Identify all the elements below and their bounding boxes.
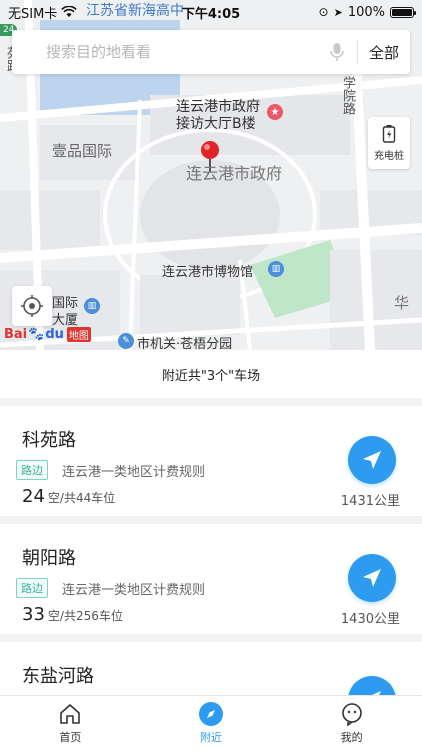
summary-count: 3个 — [206, 368, 229, 384]
search-bar: 全部 — [12, 30, 410, 74]
lot-free-count: 33 — [22, 604, 45, 625]
status-bar: 无SIM卡 下午4:05 ⊙ ➤ 100% — [0, 0, 422, 24]
lot-rule: 连云港一类地区计费规则 — [62, 465, 206, 480]
tab-home[interactable]: 首页 — [0, 696, 141, 750]
battery-icon — [390, 6, 416, 18]
parking-lot-card[interactable]: 东盐河路 — [0, 642, 422, 698]
poi-star-icon: ★ — [267, 104, 283, 120]
lot-name: 东盐河路 — [22, 666, 94, 687]
tab-nearby-label: 附近 — [200, 731, 222, 744]
baidu-logo-text: Bai — [4, 327, 28, 342]
filter-all-button[interactable]: 全部 — [358, 42, 410, 63]
map-label-museum: 连云港市博物馆 — [162, 265, 254, 280]
tab-nearby[interactable]: 附近 — [141, 696, 282, 750]
status-left: 无SIM卡 — [8, 3, 78, 22]
map-label-yipin: 壹品国际 — [52, 142, 113, 160]
school-icon: ✎ — [118, 333, 134, 349]
lot-total: /共44车位 — [59, 491, 116, 505]
baidu-logo-du: du — [45, 327, 64, 342]
map-label-dasha: 大厦 — [52, 313, 79, 328]
battery-fill — [392, 8, 412, 16]
lot-free-count: 24 — [22, 486, 45, 507]
navigation-arrow-icon — [363, 451, 381, 469]
map-label-branch: 市机关·苍梧分园 — [137, 337, 233, 350]
map-label-gov-office-line2: 接访大厅B楼 — [176, 116, 256, 132]
parking-lot-list[interactable]: 科苑路 路边 连云港一类地区计费规则 24 空 /共44车位 1431公里 朝阳… — [0, 398, 422, 698]
navigate-button[interactable] — [348, 436, 396, 484]
mic-icon[interactable] — [317, 30, 357, 74]
search-input[interactable] — [12, 43, 317, 61]
lot-name: 朝阳路 — [22, 548, 76, 569]
summary-prefix: 附近共" — [161, 368, 207, 384]
charging-label: 充电桩 — [374, 151, 404, 162]
lot-distance: 1431公里 — [340, 494, 400, 509]
status-right: ⊙ ➤ 100% — [318, 4, 416, 20]
summary-suffix: "车场 — [228, 368, 261, 384]
lot-rule: 连云港一类地区计费规则 — [62, 583, 206, 598]
bottom-tab-bar: 首页 附近 我的 — [0, 695, 422, 750]
lot-name: 科苑路 — [22, 430, 76, 451]
orientation-lock-icon: ⊙ — [318, 5, 329, 19]
locate-icon — [21, 295, 43, 317]
building-icon: ▥ — [84, 298, 100, 314]
map-label-gov: 连云港市政府 — [186, 164, 283, 183]
tab-profile-label: 我的 — [340, 731, 363, 744]
parking-lot-card[interactable]: 科苑路 路边 连云港一类地区计费规则 24 空 /共44车位 1431公里 — [0, 406, 422, 516]
charging-station-button[interactable]: 充电桩 — [368, 117, 410, 169]
wifi-icon — [61, 6, 78, 17]
compass-icon — [198, 701, 224, 727]
baidu-logo-ditu: 地图 — [66, 327, 91, 342]
tab-home-label: 首页 — [59, 731, 82, 744]
museum-icon: ▥ — [268, 261, 284, 277]
locate-me-button[interactable] — [12, 286, 52, 326]
lot-availability: 33 空 /共256车位 — [22, 604, 123, 625]
carrier-label: 无SIM卡 — [8, 6, 58, 22]
lot-total: /共256车位 — [59, 609, 123, 623]
lot-tag: 路边 — [16, 578, 48, 598]
lot-free-unit: 空 — [47, 491, 60, 505]
parking-lot-card[interactable]: 朝阳路 路边 连云港一类地区计费规则 33 空 /共256车位 1430公里 — [0, 524, 422, 634]
charging-icon — [382, 125, 396, 143]
lot-availability: 24 空 /共44车位 — [22, 486, 115, 507]
nearby-summary: 附近共" 3个 "车场 — [0, 350, 422, 398]
lot-tag: 路边 — [16, 460, 48, 480]
battery-percent: 100% — [347, 4, 385, 20]
lot-free-unit: 空 — [47, 609, 60, 623]
navigate-button[interactable] — [348, 554, 396, 602]
baidu-paw-icon: 🐾 — [28, 327, 45, 342]
lot-distance: 1430公里 — [340, 612, 400, 627]
map-label-road-right: 学院路 — [340, 76, 355, 115]
navigation-arrow-icon — [363, 569, 381, 587]
profile-icon — [339, 701, 365, 727]
tab-profile[interactable]: 我的 — [281, 696, 422, 750]
location-arrow-icon: ➤ — [333, 5, 343, 19]
home-icon — [57, 701, 83, 727]
baidu-logo: Bai 🐾 du 地图 — [4, 327, 91, 342]
map-label-hua: 华 — [394, 294, 410, 312]
